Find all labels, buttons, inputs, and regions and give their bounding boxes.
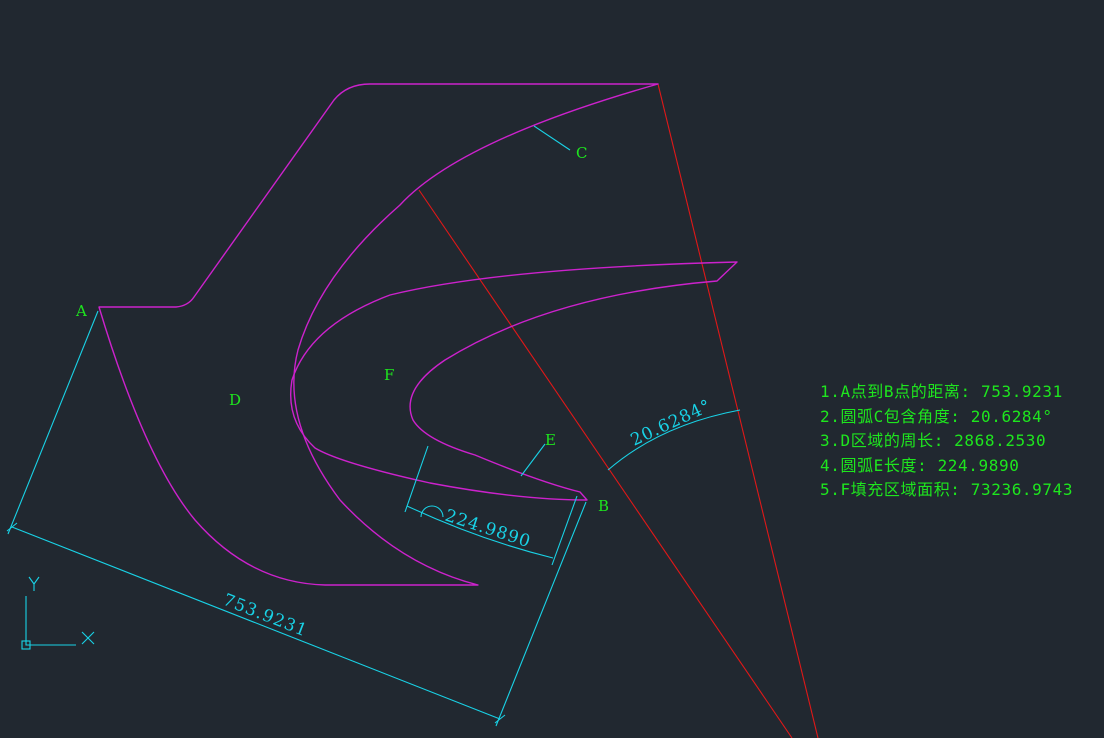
dimension-e-extension-1 (404, 445, 429, 513)
dimension-c-text: 20.6284° (628, 396, 715, 451)
label-e: E (545, 431, 556, 449)
note-item: 1.A点到B点的距离: 753.9231 (820, 382, 1063, 401)
dimension-ab-extension-a (7, 310, 99, 535)
construction-lines (418, 83, 819, 738)
note-item: 4.圆弧E长度: 224.9890 (820, 455, 1020, 475)
ucs-axes (25, 596, 76, 646)
label-b: B (598, 497, 609, 515)
label-f: F (384, 366, 394, 384)
ucs-y-marker-icon (28, 576, 40, 591)
dimension-e-arc-symbol (420, 505, 444, 518)
dimension-graphics (6, 125, 741, 727)
dimension-ab-line (11, 526, 501, 720)
dimension-e-text: 224.9890 (442, 506, 533, 553)
construction-line-ray-2 (418, 189, 793, 738)
leader-c (533, 125, 571, 151)
notes-list: 1.A点到B点的距离: 753.9231 2.圆弧C包含角度: 20.6284°… (820, 380, 1073, 503)
note-item: 3.D区域的周长: 2868.2530 (820, 431, 1047, 450)
label-d: D (229, 391, 241, 409)
ucs-x-marker-icon (81, 631, 95, 645)
label-c: C (576, 144, 587, 162)
geometry (98, 83, 738, 586)
region-d-outline (98, 83, 659, 586)
leader-e (520, 443, 546, 477)
dimension-ab-text: 753.9231 (220, 590, 310, 641)
note-item: 2.圆弧C包含角度: 20.6284° (820, 406, 1053, 426)
note-item: 5.F填充区域面积: 73236.9743 (820, 480, 1074, 499)
label-a: A (75, 302, 87, 320)
region-f-outline (290, 261, 738, 501)
cad-drawing-canvas[interactable]: A B C D E F 753.9231 224.9890 20.6284° X… (0, 0, 1104, 738)
